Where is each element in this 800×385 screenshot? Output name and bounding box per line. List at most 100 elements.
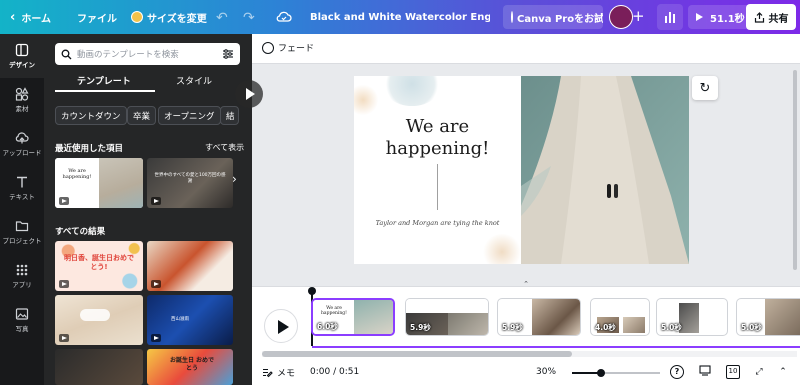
person-figure	[607, 184, 611, 198]
regenerate-icon[interactable]: ↻	[692, 76, 718, 100]
bottom-bar: メモ 0:00 / 0:51 30% ? 10 ⤢ ⌃	[252, 360, 800, 385]
timeline-play-button[interactable]	[264, 309, 298, 343]
scrollbar-thumb[interactable]	[262, 351, 572, 357]
results-section-title: すべての結果	[55, 227, 106, 237]
top-bar: ‹ ホーム ファイル サイズを変更 ↶ ↷ Black and White Wa…	[0, 0, 800, 34]
video-play-button[interactable]	[235, 80, 263, 108]
chevron-up-icon[interactable]: ⌃	[776, 365, 790, 379]
filter-chip[interactable]: オープニング	[158, 106, 221, 125]
elements-icon	[15, 87, 29, 101]
clip-duration: 6.0秒	[317, 322, 338, 331]
filter-chip[interactable]: 結	[220, 106, 239, 125]
zoom-level[interactable]: 30%	[536, 367, 556, 377]
timeline-clip[interactable]: 5.0秒	[736, 298, 800, 336]
rail-label: デザイン	[9, 61, 35, 69]
zoom-slider-knob[interactable]	[597, 369, 606, 377]
fullscreen-icon[interactable]: ⤢	[752, 365, 766, 379]
slide-title-line: We are	[405, 116, 470, 137]
chevron-left-icon: ‹	[10, 9, 16, 25]
filter-chip[interactable]: 卒業	[127, 106, 157, 125]
slide-text-side: We are happening! Taylor and Morgan are …	[354, 76, 522, 264]
template-search-input[interactable]: 動画のテンプレートを検索	[55, 43, 240, 65]
undo-icon[interactable]: ↶	[216, 10, 228, 26]
recent-template-thumb[interactable]: 世界中のすべての愛と100万回の感謝	[147, 158, 233, 208]
timeline-clip[interactable]: 5.9秒	[405, 298, 489, 336]
document-title[interactable]: Black and White Watercolor Engagement A.…	[310, 0, 490, 34]
share-icon	[754, 11, 764, 23]
present-button[interactable]: 51.1秒	[688, 5, 751, 29]
resize-button[interactable]: サイズを変更	[131, 0, 207, 34]
redo-icon[interactable]: ↷	[243, 10, 255, 26]
filter-chip[interactable]: カウントダウン	[55, 106, 127, 125]
timeline-clip[interactable]: We are happening! 6.0秒	[311, 298, 395, 336]
result-template-thumb[interactable]: お誕生日 おめでとう	[147, 349, 233, 385]
cloud-saved-icon[interactable]	[276, 10, 292, 24]
video-icon	[59, 334, 69, 342]
crown-icon	[131, 11, 143, 23]
folder-icon	[15, 221, 29, 232]
rail-item-photos[interactable]: 写真	[0, 298, 44, 342]
timeline-clip[interactable]: 5.9秒	[497, 298, 581, 336]
thumb-text: お誕生日 おめでとう	[169, 357, 215, 372]
slide-subtitle[interactable]: Taylor and Morgan are tying the knot	[354, 219, 521, 227]
thumb-text: We are happening!	[62, 168, 92, 180]
avatar[interactable]	[609, 5, 633, 29]
rail-item-elements[interactable]: 素材	[0, 78, 44, 122]
tab-templates[interactable]: テンプレート	[77, 74, 131, 87]
recent-section-title: 最近使用した項目	[55, 144, 124, 154]
result-template-thumb[interactable]: 西山滋雨	[147, 295, 233, 345]
tab-styles[interactable]: スタイル	[176, 74, 212, 87]
chevron-right-icon[interactable]: ›	[232, 172, 237, 186]
rail-item-design[interactable]: デザイン	[0, 34, 44, 78]
add-collaborator-icon[interactable]: +	[632, 7, 645, 25]
notes-label: メモ	[277, 369, 296, 379]
rail-item-projects[interactable]: プロジェクト	[0, 210, 44, 254]
vertical-scrollbar[interactable]	[792, 70, 798, 280]
video-icon	[151, 197, 161, 205]
recent-template-thumb[interactable]: We are happening!	[55, 158, 143, 208]
watercolor-shape	[482, 234, 522, 264]
rail-label: プロジェクト	[2, 237, 42, 245]
result-template-thumb[interactable]	[55, 349, 143, 385]
timeline-progress-track	[312, 346, 800, 348]
home-button[interactable]: ‹ ホーム	[10, 0, 51, 34]
slide-video[interactable]	[521, 76, 689, 264]
try-pro-button[interactable]: Canva Proをお試し...	[503, 5, 603, 29]
result-template-thumb[interactable]	[147, 241, 233, 291]
notes-icon	[263, 368, 273, 378]
help-button[interactable]: ?	[670, 365, 684, 379]
horizontal-scrollbar[interactable]	[262, 351, 797, 357]
insights-button[interactable]	[657, 4, 683, 30]
show-all-link[interactable]: すべて表示	[205, 142, 244, 153]
share-button[interactable]: 共有	[746, 4, 796, 30]
design-slide[interactable]: We are happening! Taylor and Morgan are …	[354, 76, 689, 264]
rail-item-upload[interactable]: アップロード	[0, 122, 44, 166]
zoom-slider[interactable]	[572, 369, 660, 377]
rail-item-text[interactable]: テキスト	[0, 166, 44, 210]
file-menu-button[interactable]: ファイル	[77, 0, 117, 34]
resize-label: サイズを変更	[147, 13, 207, 25]
rail-label: 素材	[15, 105, 29, 113]
grid-view-icon[interactable]	[698, 365, 712, 379]
scrollbar-thumb[interactable]	[793, 70, 797, 270]
timeline-clip[interactable]: 4.0秒	[590, 298, 650, 336]
result-template-thumb[interactable]: 明日香、誕生日おめでとう!	[55, 241, 143, 291]
filter-icon[interactable]	[222, 48, 234, 60]
design-icon	[15, 43, 29, 57]
slide-title[interactable]: We are happening!	[354, 116, 521, 160]
tab-active-indicator	[55, 90, 155, 92]
result-template-thumb[interactable]	[55, 295, 143, 345]
timeline-clip[interactable]: 5.0秒	[656, 298, 728, 336]
page-count-button[interactable]: 10	[726, 365, 740, 379]
clip-thumb-text: We are happening!	[321, 306, 347, 316]
fade-button[interactable]: フェード	[262, 41, 314, 54]
rail-label: 写真	[15, 325, 29, 333]
video-icon	[151, 334, 161, 342]
thumb-text: 世界中のすべての愛と100万回の感謝	[154, 173, 226, 184]
clip-duration: 5.0秒	[661, 323, 682, 332]
rail-item-apps[interactable]: アプリ	[0, 254, 44, 298]
file-label: ファイル	[77, 13, 117, 25]
notes-button[interactable]: メモ	[262, 366, 295, 379]
apps-icon	[16, 264, 28, 276]
clip-duration: 5.9秒	[502, 323, 523, 332]
